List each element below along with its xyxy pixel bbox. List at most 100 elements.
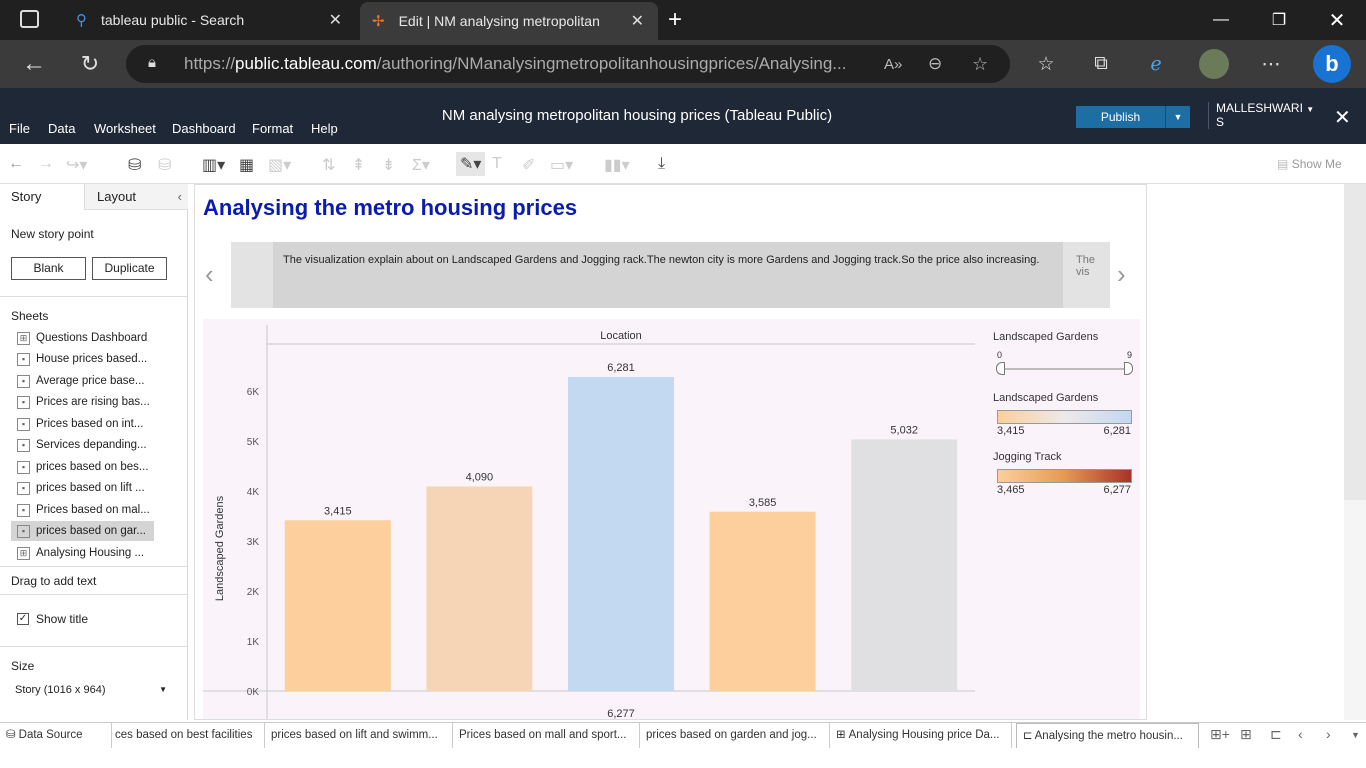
story-tab-active[interactable]: ⊏ Analysing the metro housin... [1016, 723, 1199, 748]
filter-title: Landscaped Gardens [993, 331, 1099, 343]
avatar[interactable] [1199, 49, 1229, 79]
story-point-next[interactable]: The vis [1076, 254, 1110, 278]
restore-button[interactable]: ❐ [1250, 0, 1308, 40]
highlight-icon[interactable]: ✎▾ [456, 152, 486, 176]
checkbox-icon[interactable]: ✓ [17, 613, 29, 625]
color-ramp [997, 410, 1132, 424]
story-point-current[interactable]: The visualization explain about on Lands… [273, 242, 1063, 308]
chevron-down-icon[interactable]: ▼ [1166, 106, 1190, 128]
scroll-thumb[interactable] [1344, 184, 1366, 500]
story-canvas: Analysing the metro housing prices ‹ The… [194, 184, 1147, 720]
tab-actions-icon[interactable] [20, 10, 39, 28]
scroll-left-icon[interactable]: ‹ [1298, 726, 1303, 742]
new-story-icon[interactable]: ⊏ [1270, 726, 1282, 743]
sheet-item[interactable]: ▪ prices based on lift ... [11, 478, 154, 498]
dashboard-tab[interactable]: ⊞ Analysing Housing price Da... [830, 723, 1012, 748]
bing-icon[interactable]: b [1313, 45, 1351, 83]
new-datasource-icon[interactable]: ⛁ [128, 155, 141, 175]
favorites-icon[interactable]: ☆ [1030, 48, 1062, 80]
minimize-button[interactable]: — [1192, 0, 1250, 40]
close-icon[interactable]: ✕ [1334, 105, 1351, 130]
publish-button[interactable]: Publish ▼ [1076, 106, 1190, 128]
vertical-scrollbar[interactable] [1344, 184, 1366, 720]
browser-tab-tableau[interactable]: ✢ Edit | NM analysing metropolitan ✕ [360, 2, 658, 40]
close-tab-icon[interactable]: ✕ [329, 10, 342, 30]
dashboard-icon: ⊞ [17, 546, 30, 560]
fit-icon[interactable]: ▭▾ [550, 155, 573, 175]
scroll-right-icon[interactable]: › [1326, 726, 1331, 742]
sheet-item-selected[interactable]: ▪ prices based on gar... [11, 521, 154, 541]
show-title-checkbox[interactable]: ✓ Show title [17, 612, 88, 626]
blank-button[interactable]: Blank [11, 257, 86, 280]
tab-layout[interactable]: Layout ‹ [84, 184, 188, 210]
column-header: Location [600, 330, 642, 342]
story-title[interactable]: Analysing the metro housing prices [203, 195, 577, 221]
edge-icon[interactable]: ℯ [1140, 48, 1172, 80]
new-worksheet-icon[interactable]: ▥▾ [202, 155, 225, 175]
text-labels-icon[interactable]: T [492, 155, 502, 173]
tabs-menu-icon[interactable]: ▼ [1351, 730, 1360, 740]
sheet-item[interactable]: ▪ House prices based... [11, 349, 154, 369]
show-me-button[interactable]: ▤ Show Me [1277, 157, 1342, 171]
totals-icon[interactable]: Σ▾ [412, 155, 430, 175]
y-tick-label: 3K [247, 537, 260, 548]
sheet-item[interactable]: ▪ Average price base... [11, 371, 154, 391]
redo-icon[interactable]: → [38, 155, 54, 173]
publish-label[interactable]: Publish [1076, 106, 1166, 128]
lock-icon: 🔒︎ [148, 54, 156, 71]
back-button[interactable]: ← [18, 48, 50, 80]
slider-handle-max[interactable] [1124, 362, 1133, 375]
sheet-tab[interactable]: ces based on best facilities [112, 723, 265, 748]
read-aloud-icon[interactable]: A» [884, 56, 902, 73]
browser-tab-search[interactable]: ⚲ tableau public - Search ✕ [64, 0, 356, 40]
sheet-item[interactable]: ▪ prices based on bes... [11, 457, 154, 477]
new-dashboard-icon[interactable]: ⊞ [1240, 726, 1252, 743]
more-menu-icon[interactable]: ⋯ [1255, 48, 1287, 80]
sheet-item[interactable]: ⊞ Questions Dashboard [11, 328, 154, 348]
duplicate-button[interactable]: Duplicate [92, 257, 167, 280]
refresh-button[interactable]: ↻ [74, 48, 106, 80]
replay-icon[interactable]: ↪▾ [66, 155, 87, 175]
new-tab-button[interactable]: + [668, 6, 682, 34]
slider-handle-min[interactable] [996, 362, 1005, 375]
pause-updates-icon[interactable]: ⛁ [158, 155, 171, 175]
download-icon[interactable]: ⤓ [658, 155, 665, 173]
collapse-icon[interactable]: ‹ [178, 184, 182, 210]
duplicate-sheet-icon[interactable]: ▦ [239, 155, 254, 175]
close-tab-icon[interactable]: ✕ [631, 11, 644, 31]
sheet-tab[interactable]: Prices based on mall and sport... [453, 723, 640, 748]
tab-story[interactable]: Story [0, 184, 84, 210]
sheet-item[interactable]: ▪ Services depanding... [11, 435, 154, 455]
sort-asc-icon[interactable]: ⇞ [352, 155, 365, 175]
add-favorite-icon[interactable]: ☆ [972, 54, 988, 75]
toolbar: ← → ↪▾ ⛁ ⛁ ▥▾ ▦ ▧▾ ⇅ ⇞ ⇟ Σ▾ ✎▾ T ✐ ▭▾ ▮▮… [0, 144, 1366, 184]
bar [709, 511, 816, 691]
legend-panel: Landscaped Gardens 0 9 Landscaped Garden… [993, 327, 1143, 498]
drag-to-add-text[interactable]: Drag to add text [11, 574, 96, 588]
range-filter[interactable]: 0 9 [993, 343, 1143, 379]
collections-icon[interactable]: ⧉ [1085, 48, 1117, 80]
next-arrow[interactable]: › [1117, 259, 1126, 290]
sheet-tab[interactable]: prices based on garden and jog... [640, 723, 830, 748]
prev-arrow[interactable]: ‹ [205, 259, 214, 290]
annotate-icon[interactable]: ✐ [522, 155, 535, 175]
undo-icon[interactable]: ← [8, 155, 24, 173]
swap-icon[interactable]: ⇅ [322, 155, 335, 175]
sort-desc-icon[interactable]: ⇟ [382, 155, 395, 175]
size-select[interactable]: Story (1016 x 964) ▼ [11, 681, 171, 699]
tab-data-source[interactable]: ⛁ Data Source [0, 723, 112, 748]
sheet-tab[interactable]: prices based on lift and swimm... [265, 723, 453, 748]
sheet-item[interactable]: ⊞ Analysing Housing ... [11, 543, 154, 563]
sheet-item[interactable]: ▪ Prices are rising bas... [11, 392, 154, 412]
close-window-button[interactable]: ✕ [1308, 0, 1366, 40]
zoom-icon[interactable]: ⊖ [928, 54, 942, 74]
sheet-item[interactable]: ▪ Prices based on mal... [11, 500, 154, 520]
color-legend-title: Jogging Track [993, 451, 1062, 463]
url-field[interactable]: 🔒︎ https://public.tableau.com/authoring/… [126, 45, 1010, 83]
chart-type-icon[interactable]: ▮▮▾ [604, 155, 630, 175]
user-menu[interactable]: MALLESHWARI ▼ S [1208, 102, 1318, 129]
new-worksheet-icon[interactable]: ⊞+ [1210, 726, 1230, 743]
clear-sheet-icon[interactable]: ▧▾ [268, 155, 291, 175]
sheet-item[interactable]: ▪ Prices based on int... [11, 414, 154, 434]
footer-strip [0, 748, 1366, 768]
